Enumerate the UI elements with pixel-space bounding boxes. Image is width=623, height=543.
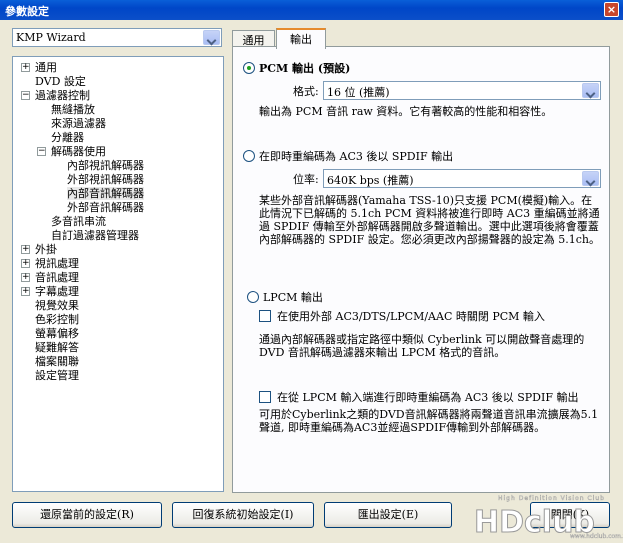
expander-icon[interactable]: + bbox=[21, 287, 30, 296]
restore-settings-button[interactable]: 還原當前的設定(R) bbox=[12, 502, 162, 528]
tree-item[interactable]: 來源過濾器 bbox=[51, 117, 106, 130]
chevron-down-icon[interactable] bbox=[203, 30, 220, 45]
expander-icon[interactable]: + bbox=[21, 63, 30, 72]
tree-item[interactable]: 解碼器使用 bbox=[51, 145, 106, 158]
ac3-rate-label: 位率: bbox=[293, 173, 319, 186]
hdclub-watermark-logo: High Definition Vision Club HDclub www.h… bbox=[470, 492, 623, 541]
tree-item[interactable]: 疑難解答 bbox=[35, 341, 79, 354]
expander-icon[interactable]: − bbox=[21, 91, 30, 100]
expander-icon[interactable]: + bbox=[21, 273, 30, 282]
tree-item[interactable]: 分離器 bbox=[51, 131, 84, 144]
tree-item[interactable]: DVD 設定 bbox=[35, 75, 86, 88]
tree-item[interactable]: 通用 bbox=[35, 61, 57, 74]
close-pcm-input-label[interactable]: 在使用外部 AC3/DTS/LPCM/AAC 時關閉 PCM 輸入 bbox=[277, 310, 545, 323]
ac3-radio-label[interactable]: 在即時重編碼為 AC3 後以 SPDIF 輸出 bbox=[259, 150, 453, 163]
pcm-radio[interactable] bbox=[243, 62, 255, 74]
expander-icon[interactable]: + bbox=[21, 245, 30, 254]
settings-tree[interactable]: + 通用 DVD 設定 − 過濾器控制 無縫播放 來源過濾器 分離器 − 解碼器使用 內部視訊解碼器… bbox=[12, 56, 224, 492]
preset-value: KMP Wizard bbox=[16, 31, 86, 44]
tree-item[interactable]: 檔案關聯 bbox=[35, 355, 79, 368]
tree-item[interactable]: 無縫播放 bbox=[51, 103, 95, 116]
tree-item[interactable]: 螢幕偏移 bbox=[35, 327, 79, 340]
tree-item[interactable]: 內部視訊解碼器 bbox=[67, 159, 144, 172]
tree-item[interactable]: 設定管理 bbox=[35, 369, 79, 382]
tree-item[interactable]: 外掛 bbox=[35, 243, 57, 256]
chevron-down-icon[interactable] bbox=[582, 83, 599, 98]
tree-item[interactable]: 外部音訊解碼器 bbox=[67, 201, 144, 214]
tree-item[interactable]: 視訊處理 bbox=[35, 257, 79, 270]
tree-item[interactable]: 字幕處理 bbox=[35, 285, 79, 298]
ac3-description: 某些外部音訊解碼器(Yamaha TSS-10)只支援 PCM(模擬)輸入。在此… bbox=[259, 194, 600, 246]
pcm-description: 輸出為 PCM 音訊 raw 資料。它有著較高的性能和相容性。 bbox=[259, 105, 553, 118]
tree-item[interactable]: 視覺效果 bbox=[35, 299, 79, 312]
tree-item[interactable]: 過濾器控制 bbox=[35, 89, 90, 102]
lpcm-ac3-description: 可用於Cyberlink之類的DVD音訊解碼器將兩聲道音訊串流擴展為5.1聲道,… bbox=[259, 408, 599, 434]
lpcm-ac3-spdif-checkbox[interactable] bbox=[259, 391, 271, 403]
ac3-bitrate-select[interactable]: 640K bps (推薦) bbox=[323, 169, 601, 188]
tree-item[interactable]: 多音訊串流 bbox=[51, 215, 106, 228]
window-title: 參數設定 bbox=[5, 5, 49, 18]
tree-item[interactable]: 音訊處理 bbox=[35, 271, 79, 284]
tree-item[interactable]: 內部音訊解碼器 bbox=[67, 187, 144, 200]
output-panel: PCM 輸出 (預設) 格式: 16 位 (推薦) 輸出為 PCM 音訊 raw… bbox=[232, 46, 610, 493]
pcm-format-label: 格式: bbox=[293, 85, 319, 98]
ac3-radio[interactable] bbox=[243, 150, 255, 162]
ac3-rate-value: 640K bps (推薦) bbox=[327, 174, 414, 187]
lpcm-description: 通過內部解碼器或指定路徑中類似 Cyberlink 可以開啟聲音處理的 DVD … bbox=[259, 333, 585, 359]
lpcm-ac3-spdif-label[interactable]: 在從 LPCM 輸入端進行即時重編碼為 AC3 後以 SPDIF 輸出 bbox=[277, 391, 578, 404]
preset-select[interactable]: KMP Wizard bbox=[12, 28, 222, 47]
tab-output[interactable]: 輸出 bbox=[276, 28, 326, 49]
export-settings-button[interactable]: 匯出設定(E) bbox=[324, 502, 452, 528]
svg-text:www.hdclub.com.tw: www.hdclub.com.tw bbox=[570, 533, 623, 540]
pcm-format-value: 16 位 (推薦) bbox=[327, 86, 390, 99]
tree-item[interactable]: 外部視訊解碼器 bbox=[67, 173, 144, 186]
pcm-format-select[interactable]: 16 位 (推薦) bbox=[323, 81, 601, 100]
close-window-button[interactable]: × bbox=[604, 2, 619, 17]
chevron-down-icon[interactable] bbox=[582, 171, 599, 186]
reset-defaults-button[interactable]: 回復系統初始設定(I) bbox=[172, 502, 314, 528]
pcm-radio-label[interactable]: PCM 輸出 (預設) bbox=[259, 62, 350, 75]
lpcm-radio[interactable] bbox=[247, 291, 259, 303]
tree-item[interactable]: 自訂過濾器管理器 bbox=[51, 229, 139, 242]
expander-icon[interactable]: − bbox=[37, 147, 46, 156]
svg-text:High Definition Vision Club: High Definition Vision Club bbox=[498, 495, 605, 502]
tree-item[interactable]: 色彩控制 bbox=[35, 313, 79, 326]
close-pcm-input-checkbox[interactable] bbox=[259, 310, 271, 322]
expander-icon[interactable]: + bbox=[21, 259, 30, 268]
title-bar: 參數設定 × bbox=[0, 0, 623, 20]
lpcm-radio-label[interactable]: LPCM 輸出 bbox=[263, 291, 323, 304]
